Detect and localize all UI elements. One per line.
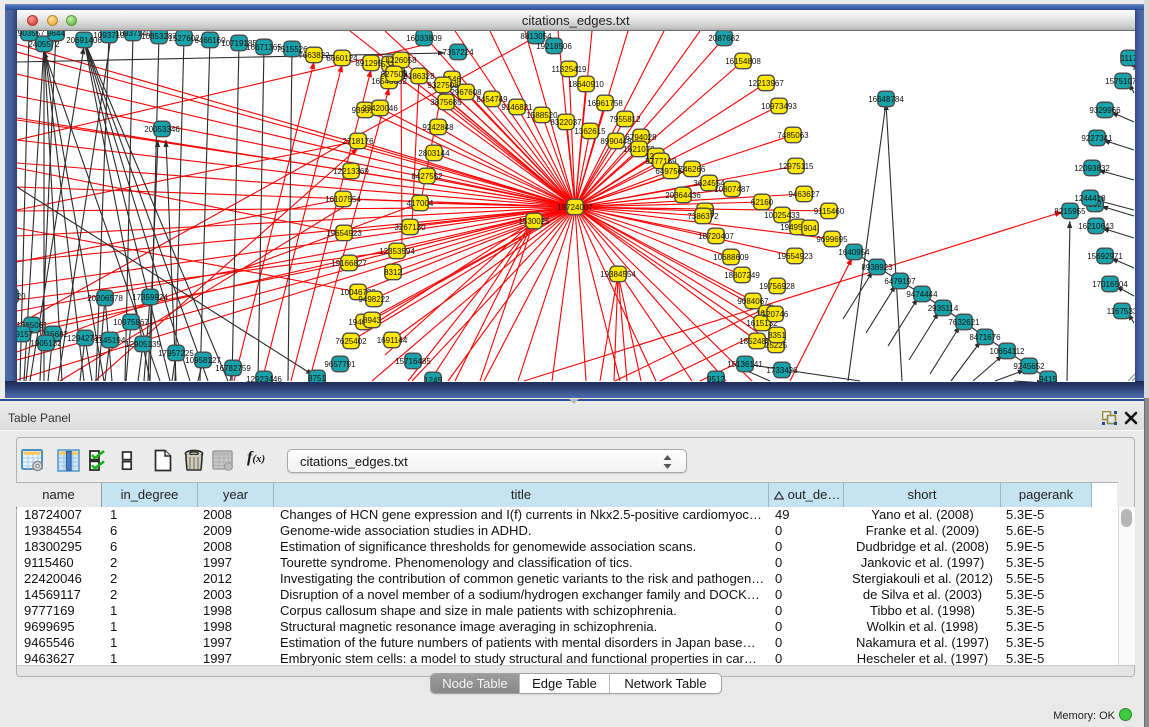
svg-text:10973493: 10973493 [761, 102, 797, 111]
svg-text:1244418: 1244418 [1074, 194, 1106, 203]
svg-text:20053346: 20053346 [144, 125, 180, 134]
svg-text:19654923: 19654923 [777, 252, 813, 261]
svg-text:9657791: 9657791 [324, 360, 356, 369]
svg-text:6479197: 6479197 [884, 277, 916, 286]
svg-text:19654923: 19654923 [326, 229, 362, 238]
svg-text:9474444: 9474444 [906, 290, 938, 299]
svg-text:8427552: 8427552 [411, 172, 443, 181]
svg-text:12213967: 12213967 [748, 79, 784, 88]
svg-text:1640954: 1640954 [838, 248, 870, 257]
svg-text:10807487: 10807487 [714, 185, 750, 194]
svg-text:1362615: 1362615 [574, 127, 606, 136]
svg-text:12093832: 12093832 [1074, 164, 1110, 173]
svg-text:19166827: 19166827 [331, 259, 367, 268]
svg-text:16961758: 16961758 [587, 99, 623, 108]
svg-text:8215955: 8215955 [1054, 207, 1086, 216]
svg-text:9699695: 9699695 [816, 235, 848, 244]
svg-text:2626520: 2626520 [17, 292, 26, 301]
svg-text:12353594: 12353594 [379, 247, 415, 256]
svg-text:2803144: 2803144 [418, 149, 450, 158]
svg-text:1530025: 1530025 [518, 217, 550, 226]
svg-text:1245: 1245 [424, 376, 442, 382]
svg-text:9415: 9415 [1039, 375, 1057, 382]
svg-text:904: 904 [803, 224, 817, 233]
svg-text:9227341: 9227341 [1081, 134, 1113, 143]
svg-text:17359924: 17359924 [132, 293, 168, 302]
svg-text:9245652: 9245652 [1013, 362, 1045, 371]
svg-text:16648784: 16648784 [868, 95, 904, 104]
svg-text:120746: 120746 [762, 310, 789, 319]
svg-text:7955812: 7955812 [609, 115, 641, 124]
svg-text:7357224: 7357224 [442, 48, 474, 57]
svg-text:16107554: 16107554 [325, 195, 361, 204]
svg-text:1117: 1117 [1121, 54, 1135, 63]
svg-text:7625402: 7625402 [335, 337, 367, 346]
svg-text:19218506: 19218506 [536, 42, 572, 51]
svg-text:9329966: 9329966 [1089, 106, 1121, 115]
svg-text:7386372: 7386372 [687, 212, 719, 221]
svg-text:19384554: 19384554 [600, 270, 636, 279]
svg-text:7632621: 7632621 [948, 318, 980, 327]
svg-text:12975115: 12975115 [779, 162, 815, 171]
svg-text:10654112: 10654112 [990, 347, 1026, 356]
svg-text:39157: 39157 [17, 330, 34, 339]
svg-text:18720407: 18720407 [698, 232, 734, 241]
svg-text:19756928: 19756928 [759, 282, 795, 291]
svg-text:8471676: 8471676 [969, 333, 1001, 342]
svg-text:1167533: 1167533 [1107, 307, 1135, 316]
svg-text:8226058: 8226058 [385, 56, 417, 65]
svg-text:20364436: 20364436 [665, 191, 701, 200]
svg-text:746266: 746266 [679, 165, 706, 174]
svg-text:1905132: 1905132 [30, 339, 62, 348]
svg-text:9498222: 9498222 [358, 295, 390, 304]
svg-text:11325419: 11325419 [552, 65, 588, 74]
svg-text:8938923: 8938923 [861, 263, 893, 272]
svg-text:8322037: 8322037 [550, 118, 582, 127]
svg-text:16154808: 16154808 [725, 57, 761, 66]
svg-text:17016504: 17016504 [1092, 280, 1128, 289]
svg-text:15716485: 15716485 [395, 357, 431, 366]
svg-text:7485063: 7485063 [777, 131, 809, 140]
svg-text:16210643: 16210643 [1078, 222, 1114, 231]
svg-text:12923446: 12923446 [246, 375, 282, 382]
svg-text:12213369: 12213369 [333, 167, 369, 176]
svg-text:417004: 417004 [407, 199, 434, 208]
svg-text:18724007: 18724007 [557, 203, 593, 212]
svg-text:9644: 9644 [47, 31, 65, 38]
svg-text:8351: 8351 [768, 331, 786, 340]
svg-text:18807249: 18807249 [724, 271, 760, 280]
svg-text:9463627: 9463627 [788, 190, 820, 199]
svg-text:62160: 62160 [751, 198, 774, 207]
svg-text:8660124: 8660124 [326, 54, 358, 63]
svg-text:8186328: 8186328 [403, 72, 435, 81]
svg-text:1145194: 1145194 [95, 336, 126, 345]
svg-text:9512: 9512 [707, 375, 725, 382]
svg-text:3267130: 3267130 [394, 223, 426, 232]
svg-text:10975867: 10975867 [113, 318, 149, 327]
svg-text:12905135: 12905135 [125, 340, 161, 349]
svg-text:8943: 8943 [363, 316, 381, 325]
svg-text:1691144: 1691144 [377, 336, 408, 345]
svg-text:15751074: 15751074 [1105, 77, 1134, 86]
svg-text:9115460: 9115460 [814, 207, 845, 216]
svg-text:15136141: 15136141 [727, 360, 763, 369]
svg-text:16782759: 16782759 [215, 364, 251, 373]
svg-text:8312: 8312 [384, 268, 402, 277]
svg-text:23420046: 23420046 [362, 104, 398, 113]
svg-text:2935114: 2935114 [928, 304, 959, 313]
svg-text:2087682: 2087682 [708, 34, 740, 43]
svg-text:16033809: 16033809 [406, 34, 442, 43]
svg-text:9242848: 9242848 [422, 123, 454, 132]
svg-text:15692971: 15692971 [1087, 252, 1123, 261]
svg-text:3875685: 3875685 [430, 98, 462, 107]
svg-text:2718176: 2718176 [342, 137, 374, 146]
svg-text:7663822: 7663822 [298, 51, 330, 60]
svg-text:18640910: 18640910 [568, 80, 604, 89]
svg-text:20206578: 20206578 [87, 294, 123, 303]
svg-text:8751: 8751 [308, 374, 326, 382]
svg-text:10688609: 10688609 [713, 253, 749, 262]
svg-text:1733426: 1733426 [766, 366, 798, 375]
